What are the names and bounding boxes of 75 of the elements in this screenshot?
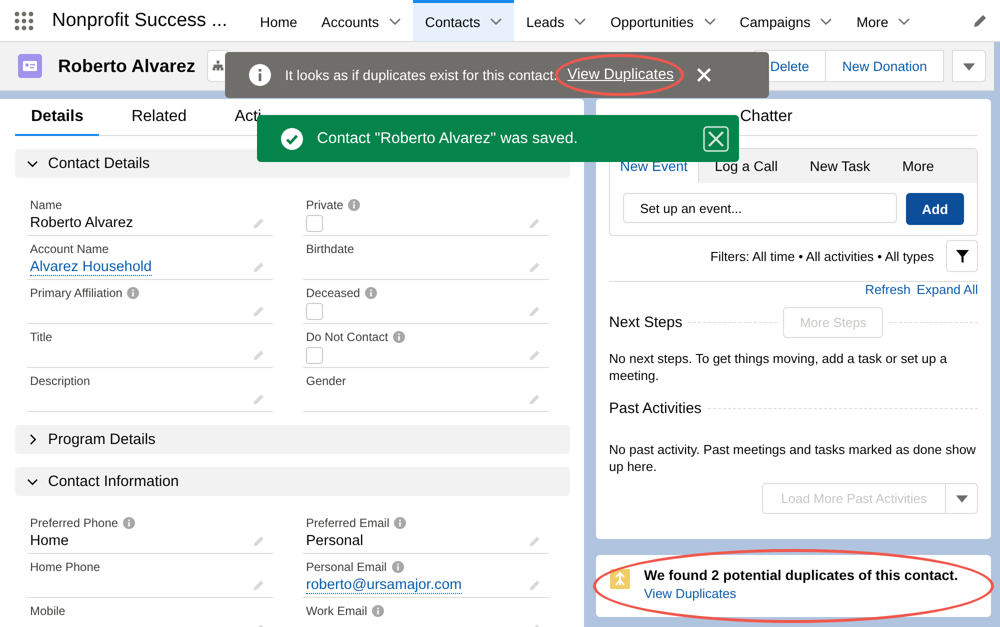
checkbox[interactable] — [306, 346, 323, 364]
info-icon[interactable] — [123, 516, 136, 528]
view-duplicates-link[interactable]: View Duplicates — [644, 586, 958, 601]
add-button[interactable]: Add — [906, 193, 964, 225]
field-label: Preferred Email — [306, 516, 390, 530]
field-value: Roberto Alvarez — [30, 215, 134, 231]
field-label: Private — [306, 198, 344, 212]
app-name: Nonprofit Success ... — [52, 10, 228, 32]
filters-text: Filters: All time • All activities • All types — [710, 248, 934, 264]
nav-tab[interactable]: Accounts — [309, 0, 413, 41]
toast-message: Contact "Roberto Alvarez" was saved. — [317, 130, 578, 148]
field-link[interactable]: Alvarez Household — [30, 258, 152, 276]
field-label: Account Name — [30, 242, 109, 256]
section-header[interactable]: Program Details — [15, 425, 570, 454]
action-button[interactable]: New Donation — [826, 50, 944, 82]
field-label: Home Phone — [30, 560, 100, 574]
close-icon[interactable] — [703, 126, 729, 152]
field-label: Birthdate — [306, 242, 354, 256]
filter-icon — [956, 250, 968, 262]
view-duplicates-link[interactable]: View Duplicates — [567, 66, 674, 83]
info-icon[interactable] — [393, 330, 406, 342]
composer-tab[interactable]: New Task — [794, 149, 886, 183]
checkbox[interactable] — [306, 302, 323, 320]
section-heading: Next Steps — [609, 314, 682, 331]
success-icon — [281, 128, 303, 150]
merge-icon — [610, 569, 630, 589]
field-link[interactable]: roberto@ursamajor.com — [306, 576, 462, 594]
record-name: Roberto Alvarez — [58, 56, 196, 76]
nav-tab[interactable]: Leads — [514, 0, 598, 41]
field-label: Personal Email — [306, 560, 387, 574]
field-label: Title — [30, 330, 52, 344]
field-value: Home — [30, 533, 69, 549]
section-header[interactable]: Contact Information — [15, 467, 570, 496]
composer-tab[interactable]: Log a Call — [698, 149, 794, 183]
more-actions-button[interactable] — [952, 50, 986, 82]
app-launcher-icon[interactable] — [14, 10, 34, 30]
empty-message: No next steps. To get things moving, add a task or set up a meeting. — [609, 350, 948, 384]
record-tab[interactable]: Details — [15, 99, 100, 136]
caret-icon — [963, 62, 975, 70]
info-icon[interactable] — [372, 604, 384, 616]
dropdown-button[interactable] — [946, 483, 978, 514]
field-label: Do Not Contact — [306, 330, 388, 344]
section-heading: Past Activities — [609, 400, 702, 417]
info-icon[interactable] — [348, 198, 360, 210]
nav-tab[interactable]: Contacts — [412, 0, 514, 41]
activity-link[interactable]: Refresh — [865, 282, 911, 297]
field-label: Work Email — [306, 604, 368, 618]
field-label: Gender — [306, 374, 346, 388]
field-label: Name — [30, 198, 62, 212]
info-icon[interactable] — [394, 516, 406, 528]
record-tab[interactable]: Related — [101, 99, 217, 136]
contact-card-icon — [18, 54, 42, 78]
composer-tab[interactable]: More — [886, 149, 950, 183]
info-icon — [249, 64, 271, 86]
nav-tab[interactable]: Opportunities — [598, 0, 728, 41]
field-value: Personal — [306, 533, 364, 549]
nav-tab[interactable]: Campaigns — [728, 0, 844, 41]
caret-icon — [956, 495, 968, 503]
nav-tab[interactable]: Home — [248, 0, 310, 41]
checkbox[interactable] — [306, 214, 323, 232]
duplicates-message: We found 2 potential duplicates of this contact. — [644, 567, 958, 583]
nav-tab[interactable]: More — [844, 0, 922, 41]
filter-button[interactable] — [946, 240, 978, 272]
info-icon[interactable] — [392, 560, 404, 572]
field-label: Mobile — [30, 604, 66, 618]
event-input[interactable]: Set up an event... — [623, 193, 897, 223]
activity-link[interactable]: Expand All — [916, 282, 978, 297]
field-label: Preferred Phone — [30, 516, 118, 530]
field-label: Primary Affiliation — [30, 286, 122, 300]
info-icon[interactable] — [365, 286, 378, 298]
field-label: Description — [30, 374, 90, 388]
empty-message: No past activity. Past meetings and tasks marked as done show up here. — [609, 441, 977, 475]
field-label: Deceased — [306, 286, 360, 300]
edit-icon[interactable] — [972, 12, 988, 28]
info-icon[interactable] — [127, 286, 140, 298]
